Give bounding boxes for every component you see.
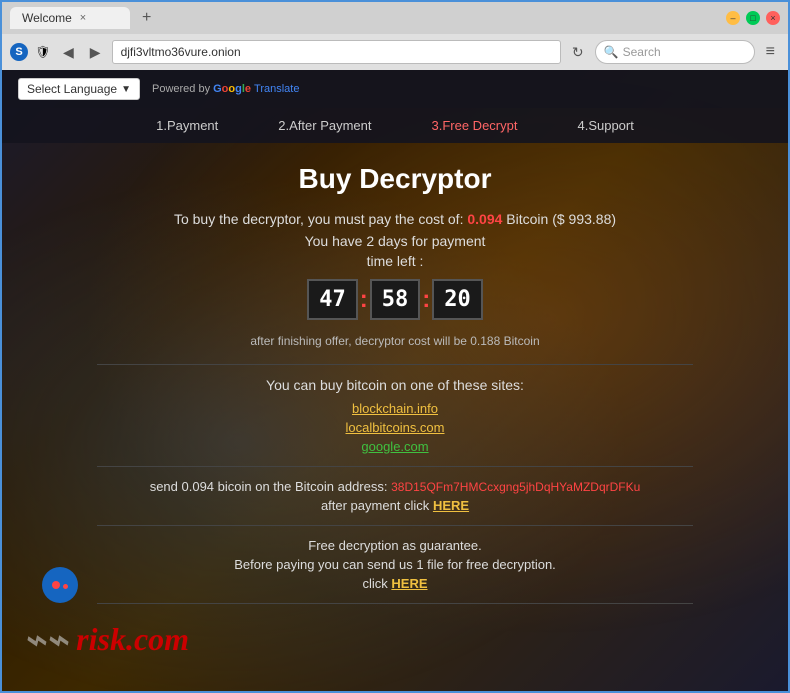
lang-select-label: Select Language <box>27 82 117 96</box>
page-content: Select Language ▼ Powered by Google Tran… <box>2 70 788 691</box>
google-link[interactable]: google.com <box>22 439 768 454</box>
risk-text: risk.com <box>76 621 189 658</box>
free-decrypt-line2: Before paying you can send us 1 file for… <box>22 557 768 572</box>
risk-logo-area: ⌁⌁ risk.com <box>22 616 189 663</box>
risk-symbol: ⌁⌁ <box>22 616 66 663</box>
tab-close-button[interactable]: × <box>80 12 86 24</box>
free-decrypt-line1: Free decryption as guarantee. <box>22 538 768 553</box>
search-icon: 🔍 <box>604 45 619 59</box>
countdown-timer: 47 : 58 : 20 <box>22 279 768 320</box>
minimize-button[interactable]: – <box>726 11 740 25</box>
after-payment-text: after payment click HERE <box>22 498 768 513</box>
back-button[interactable]: ◀ <box>58 42 79 63</box>
dark-overlay: Select Language ▼ Powered by Google Tran… <box>2 70 788 691</box>
page-inner: Select Language ▼ Powered by Google Tran… <box>2 70 788 691</box>
nav-tabs: 1.Payment 2.After Payment 3.Free Decrypt… <box>2 108 788 143</box>
menu-button[interactable]: ≡ <box>761 41 780 63</box>
browser-tab[interactable]: Welcome × <box>10 7 130 29</box>
timer-colon-2: : <box>422 286 430 314</box>
cost-btc-value: 0.094 <box>467 211 502 227</box>
send-instructions: send 0.094 bicoin on the Bitcoin address… <box>22 479 768 494</box>
here-button-2[interactable]: HERE <box>391 576 427 591</box>
forward-button[interactable]: ▶ <box>85 42 106 63</box>
dot-icon-1 <box>52 581 60 589</box>
page-title: Buy Decryptor <box>22 163 768 195</box>
s-icon: S <box>10 43 28 61</box>
timer-colon-1: : <box>360 286 368 314</box>
tab-after-payment[interactable]: 2.After Payment <box>278 118 371 133</box>
divider-1 <box>97 364 694 365</box>
divider-2 <box>97 466 694 467</box>
tab-support[interactable]: 4.Support <box>577 118 633 133</box>
site-favicon <box>42 567 78 603</box>
lang-dropdown-arrow: ▼ <box>121 84 131 95</box>
new-tab-button[interactable]: + <box>138 9 155 27</box>
top-language-bar: Select Language ▼ Powered by Google Tran… <box>2 70 788 108</box>
divider-3 <box>97 525 694 526</box>
window-controls: – □ × <box>726 11 780 25</box>
tab-title: Welcome <box>22 11 72 25</box>
language-selector[interactable]: Select Language ▼ <box>18 78 140 100</box>
timer-hours: 47 <box>307 279 358 320</box>
refresh-button[interactable]: ↻ <box>567 42 589 63</box>
here-button-1[interactable]: HERE <box>433 498 469 513</box>
close-button[interactable]: × <box>766 11 780 25</box>
title-bar: Welcome × + – □ × <box>2 2 788 34</box>
tab-payment[interactable]: 1.Payment <box>156 118 218 133</box>
after-offer-text: after finishing offer, decryptor cost wi… <box>22 334 768 348</box>
browser-frame: Welcome × + – □ × S 🛡 ◀ ▶ djfi3vltmo36vu… <box>0 0 790 693</box>
divider-4 <box>97 603 694 604</box>
dot-icon-2 <box>63 584 68 589</box>
timer-seconds: 20 <box>432 279 483 320</box>
address-bar[interactable]: djfi3vltmo36vure.onion <box>112 40 561 64</box>
powered-by-label: Powered by Google Translate <box>152 83 300 95</box>
blockchain-link[interactable]: blockchain.info <box>22 401 768 416</box>
payment-days-text: You have 2 days for payment <box>22 233 768 249</box>
buy-bitcoin-title: You can buy bitcoin on one of these site… <box>22 377 768 393</box>
main-content-area: Buy Decryptor To buy the decryptor, you … <box>2 143 788 691</box>
shield-icon: 🛡 <box>34 43 52 61</box>
navigation-bar: S 🛡 ◀ ▶ djfi3vltmo36vure.onion ↻ 🔍 Searc… <box>2 34 788 70</box>
tab-free-decrypt[interactable]: 3.Free Decrypt <box>432 118 518 133</box>
timer-minutes: 58 <box>370 279 421 320</box>
free-decrypt-line3: click HERE <box>22 576 768 591</box>
timeleft-label: time left : <box>22 253 768 269</box>
search-placeholder: Search <box>623 45 661 59</box>
address-text: djfi3vltmo36vure.onion <box>121 45 241 59</box>
cost-text: To buy the decryptor, you must pay the c… <box>22 211 768 227</box>
localbitcoins-link[interactable]: localbitcoins.com <box>22 420 768 435</box>
maximize-button[interactable]: □ <box>746 11 760 25</box>
translate-label: Translate <box>254 83 299 95</box>
search-bar[interactable]: 🔍 Search <box>595 40 755 64</box>
bitcoin-address: 38D15QFm7HMCcxgng5jhDqHYaMZDqrDFKu <box>391 480 640 494</box>
risk-watermark-area: ⌁⌁ risk.com <box>2 616 788 663</box>
